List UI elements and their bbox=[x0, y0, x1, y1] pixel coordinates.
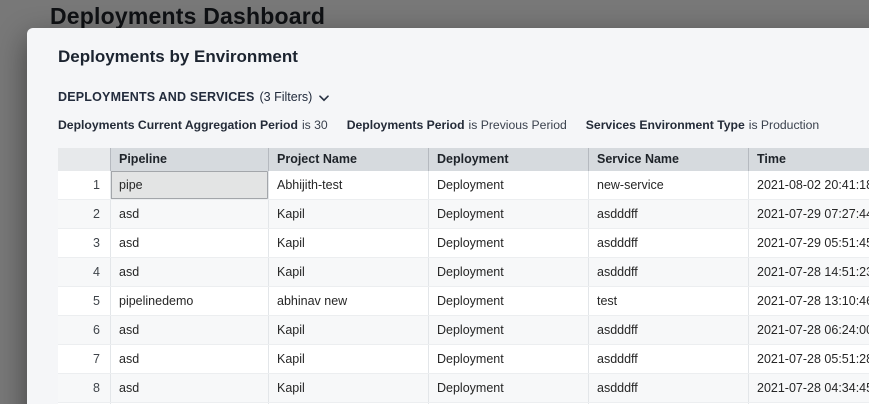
cell-time[interactable]: 2021-07-28 05:51:28 bbox=[748, 345, 869, 373]
table-row: 7 asd Kapil Deployment asdddff 2021-07-2… bbox=[58, 345, 869, 374]
filter-environment-type: Services Environment Typeis Production bbox=[586, 118, 819, 132]
column-header-time[interactable]: Time bbox=[748, 148, 869, 171]
cell-service[interactable]: asdddff bbox=[588, 374, 748, 402]
cell-pipeline[interactable]: pipe bbox=[110, 171, 268, 199]
drill-modal: Deployments by Environment DEPLOYMENTS A… bbox=[27, 28, 869, 404]
table-header-row: Pipeline Project Name Deployment Service… bbox=[58, 148, 869, 171]
cell-time[interactable]: 2021-07-29 07:27:44 bbox=[748, 200, 869, 228]
cell-deployment[interactable]: Deployment bbox=[428, 374, 588, 402]
cell-service[interactable]: test bbox=[588, 287, 748, 315]
cell-deployment[interactable]: Deployment bbox=[428, 258, 588, 286]
cell-pipeline[interactable]: asd bbox=[110, 229, 268, 257]
cell-time[interactable]: 2021-07-28 04:34:45 bbox=[748, 374, 869, 402]
filters-section-label: DEPLOYMENTS AND SERVICES bbox=[58, 90, 255, 104]
cell-time[interactable]: 2021-08-02 20:41:18 bbox=[748, 171, 869, 199]
row-number-cell: 6 bbox=[58, 316, 110, 344]
column-header-deployment[interactable]: Deployment bbox=[428, 148, 588, 171]
cell-service[interactable]: asdddff bbox=[588, 345, 748, 373]
cell-time[interactable]: 2021-07-28 13:10:46 bbox=[748, 287, 869, 315]
column-header-project-name[interactable]: Project Name bbox=[268, 148, 428, 171]
cell-time[interactable]: 2021-07-28 14:51:23 bbox=[748, 258, 869, 286]
row-number-cell: 7 bbox=[58, 345, 110, 373]
cell-deployment[interactable]: Deployment bbox=[428, 316, 588, 344]
cell-pipeline[interactable]: pipelinedemo bbox=[110, 287, 268, 315]
table-row: 8 asd Kapil Deployment asdddff 2021-07-2… bbox=[58, 374, 869, 403]
column-header-pipeline[interactable]: Pipeline bbox=[110, 148, 268, 171]
table-row: 3 asd Kapil Deployment asdddff 2021-07-2… bbox=[58, 229, 869, 258]
filter-aggregation-period: Deployments Current Aggregation Periodis… bbox=[58, 118, 328, 132]
row-number-cell: 1 bbox=[58, 171, 110, 199]
cell-service[interactable]: asdddff bbox=[588, 200, 748, 228]
deployments-table: Pipeline Project Name Deployment Service… bbox=[58, 148, 869, 404]
row-number-cell: 8 bbox=[58, 374, 110, 402]
cell-deployment[interactable]: Deployment bbox=[428, 229, 588, 257]
cell-time[interactable]: 2021-07-29 05:51:45 bbox=[748, 229, 869, 257]
column-header-service-name[interactable]: Service Name bbox=[588, 148, 748, 171]
cell-service[interactable]: asdddff bbox=[588, 316, 748, 344]
row-number-cell: 4 bbox=[58, 258, 110, 286]
cell-service[interactable]: asdddff bbox=[588, 229, 748, 257]
table-body: 1 pipe Abhijith-test Deployment new-serv… bbox=[58, 171, 869, 404]
filters-section-toggle[interactable]: DEPLOYMENTS AND SERVICES (3 Filters) bbox=[58, 89, 329, 105]
filters-count-label: (3 Filters) bbox=[260, 90, 313, 104]
cell-project[interactable]: Kapil bbox=[268, 200, 428, 228]
cell-project[interactable]: Kapil bbox=[268, 374, 428, 402]
cell-deployment[interactable]: Deployment bbox=[428, 200, 588, 228]
table-row: 4 asd Kapil Deployment asdddff 2021-07-2… bbox=[58, 258, 869, 287]
table-row: 2 asd Kapil Deployment asdddff 2021-07-2… bbox=[58, 200, 869, 229]
row-number-header bbox=[58, 148, 110, 171]
cell-project[interactable]: Kapil bbox=[268, 258, 428, 286]
cell-service[interactable]: new-service bbox=[588, 171, 748, 199]
table-row: 1 pipe Abhijith-test Deployment new-serv… bbox=[58, 171, 869, 200]
cell-deployment[interactable]: Deployment bbox=[428, 171, 588, 199]
table-row: 5 pipelinedemo abhinav new Deployment te… bbox=[58, 287, 869, 316]
filter-deployments-period: Deployments Periodis Previous Period bbox=[347, 118, 567, 132]
chevron-down-icon[interactable] bbox=[319, 91, 329, 105]
cell-deployment[interactable]: Deployment bbox=[428, 287, 588, 315]
cell-project[interactable]: Kapil bbox=[268, 345, 428, 373]
applied-filters-row: Deployments Current Aggregation Periodis… bbox=[58, 118, 869, 132]
cell-time[interactable]: 2021-07-28 06:24:00 bbox=[748, 316, 869, 344]
cell-project[interactable]: Kapil bbox=[268, 316, 428, 344]
cell-project[interactable]: Abhijith-test bbox=[268, 171, 428, 199]
modal-title: Deployments by Environment bbox=[58, 47, 869, 67]
cell-project[interactable]: Kapil bbox=[268, 229, 428, 257]
cell-pipeline[interactable]: asd bbox=[110, 316, 268, 344]
cell-pipeline[interactable]: asd bbox=[110, 345, 268, 373]
table-row: 6 asd Kapil Deployment asdddff 2021-07-2… bbox=[58, 316, 869, 345]
row-number-cell: 3 bbox=[58, 229, 110, 257]
cell-service[interactable]: asdddff bbox=[588, 258, 748, 286]
cell-pipeline[interactable]: asd bbox=[110, 374, 268, 402]
cell-pipeline[interactable]: asd bbox=[110, 258, 268, 286]
cell-pipeline[interactable]: asd bbox=[110, 200, 268, 228]
cell-deployment[interactable]: Deployment bbox=[428, 345, 588, 373]
row-number-cell: 2 bbox=[58, 200, 110, 228]
cell-project[interactable]: abhinav new bbox=[268, 287, 428, 315]
row-number-cell: 5 bbox=[58, 287, 110, 315]
